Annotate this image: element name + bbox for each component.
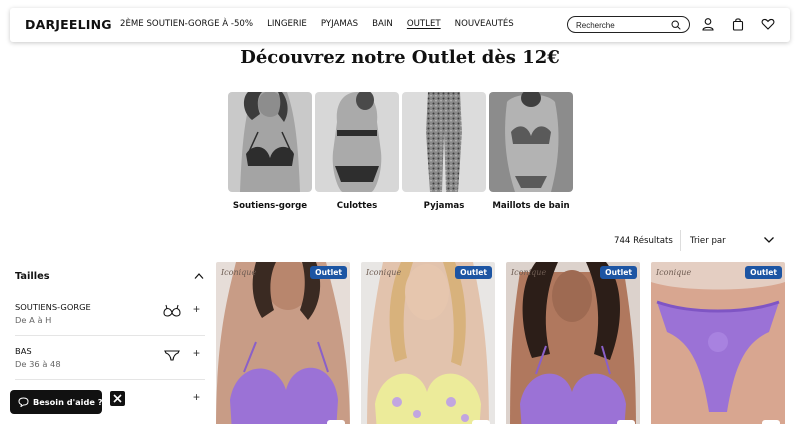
brand-label: Iconique: [656, 268, 692, 277]
category-image[interactable]: [315, 92, 399, 192]
product-image[interactable]: [361, 262, 495, 424]
sort-dropdown[interactable]: Trier par: [690, 236, 726, 246]
logo[interactable]: DARJEELING: [25, 17, 112, 32]
wishlist-button[interactable]: [617, 420, 635, 424]
search-box: [567, 16, 690, 33]
page-title: Découvrez notre Outlet dès 12€: [240, 47, 560, 68]
product-card[interactable]: Iconique Outlet: [216, 262, 350, 424]
nav-lingerie[interactable]: LINGERIE: [267, 19, 307, 29]
outlet-badge: Outlet: [745, 266, 782, 279]
category-image[interactable]: [228, 92, 312, 192]
expand-plus-icon[interactable]: +: [193, 390, 200, 404]
help-label: Besoin d'aide ?: [33, 397, 103, 407]
wishlist-button[interactable]: [327, 420, 345, 424]
site-header: DARJEELING 2ÈME SOUTIEN-GORGE À -50% LIN…: [10, 8, 790, 42]
category-image[interactable]: [489, 92, 573, 192]
wishlist-button[interactable]: [762, 420, 780, 424]
category-tile-culottes[interactable]: Culottes: [315, 92, 399, 211]
outlet-badge: Outlet: [455, 266, 492, 279]
divider: [15, 379, 205, 380]
chat-icon: [18, 397, 29, 407]
category-label[interactable]: Culottes: [315, 201, 399, 211]
product-card[interactable]: Iconique Outlet: [361, 262, 495, 424]
brand-label: Iconique: [366, 268, 402, 277]
nav-pyjamas[interactable]: PYJAMAS: [321, 19, 358, 29]
filter-name: BAS: [15, 346, 32, 356]
category-label[interactable]: Maillots de bain: [489, 201, 573, 211]
category-image[interactable]: [402, 92, 486, 192]
filter-sub: De 36 à 48: [15, 359, 61, 369]
filter-name: SOUTIENS-GORGE: [15, 302, 91, 312]
chevron-down-icon[interactable]: [763, 235, 775, 245]
category-tile-bras[interactable]: Soutiens-gorge: [228, 92, 312, 211]
outlet-badge: Outlet: [600, 266, 637, 279]
close-icon: [113, 394, 122, 403]
product-card[interactable]: Iconique Outlet: [651, 262, 785, 424]
nav-outlet[interactable]: OUTLET: [407, 19, 441, 29]
chevron-up-icon[interactable]: [194, 272, 204, 280]
product-image[interactable]: [651, 262, 785, 424]
bra-icon: [163, 304, 181, 317]
brand-label: Iconique: [221, 268, 257, 277]
search-input[interactable]: [576, 19, 668, 31]
product-image[interactable]: [506, 262, 640, 424]
filter-sub: De A à H: [15, 315, 52, 325]
expand-plus-icon[interactable]: +: [193, 302, 200, 316]
search-icon[interactable]: [671, 20, 681, 30]
category-label[interactable]: Soutiens-gorge: [228, 201, 312, 211]
heart-icon[interactable]: [761, 17, 775, 31]
filter-title[interactable]: Tailles: [15, 271, 50, 282]
product-image[interactable]: [216, 262, 350, 424]
category-tile-maillots[interactable]: Maillots de bain: [489, 92, 573, 211]
nav-bain[interactable]: BAIN: [372, 19, 393, 29]
help-button[interactable]: Besoin d'aide ?: [10, 390, 103, 414]
brand-label: Iconique: [511, 268, 547, 277]
expand-plus-icon[interactable]: +: [193, 346, 200, 360]
category-tile-pyjamas[interactable]: Pyjamas: [402, 92, 486, 211]
main-nav: 2ÈME SOUTIEN-GORGE À -50% LINGERIE PYJAM…: [120, 19, 528, 29]
bag-icon[interactable]: [731, 17, 745, 31]
results-count: 744 Résultats: [614, 236, 673, 246]
divider: [15, 335, 205, 336]
category-label[interactable]: Pyjamas: [402, 201, 486, 211]
close-help-button[interactable]: [110, 391, 125, 406]
divider: [680, 230, 681, 251]
outlet-badge: Outlet: [310, 266, 347, 279]
nav-nouveautes[interactable]: NOUVEAUTÉS: [455, 19, 514, 29]
wishlist-button[interactable]: [472, 420, 490, 424]
nav-promo[interactable]: 2ÈME SOUTIEN-GORGE À -50%: [120, 19, 253, 29]
panty-icon: [164, 350, 180, 361]
product-card[interactable]: Iconique Outlet: [506, 262, 640, 424]
account-icon[interactable]: [701, 17, 715, 31]
